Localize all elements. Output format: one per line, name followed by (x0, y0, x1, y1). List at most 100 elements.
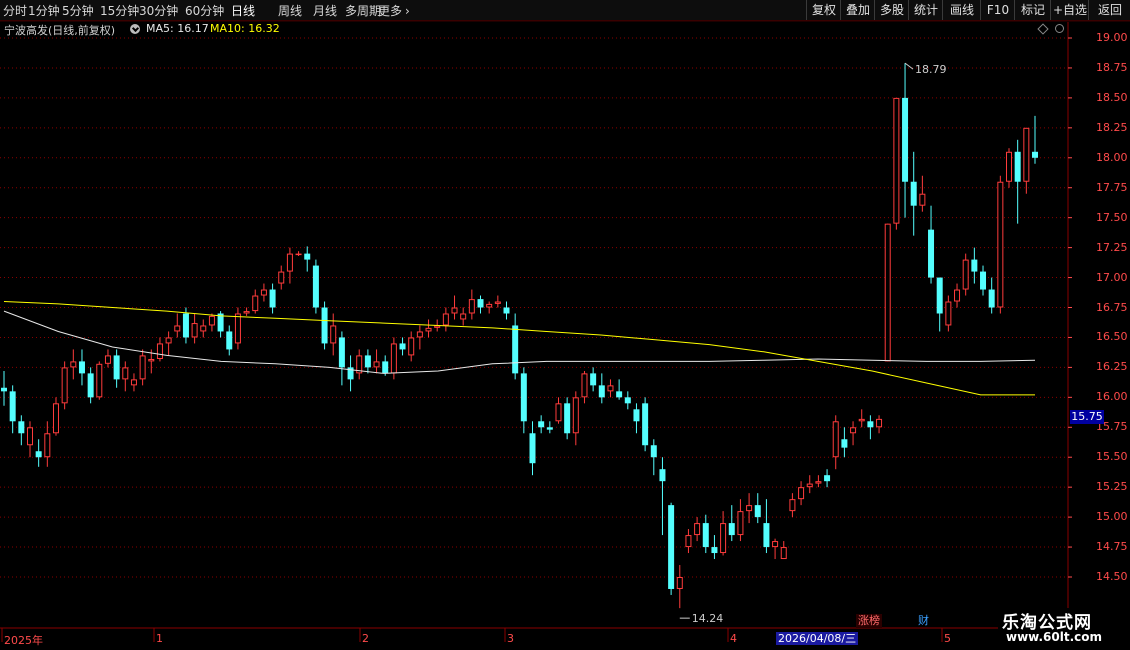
candle-body (798, 487, 805, 500)
candle-body (87, 373, 94, 398)
candle-body (910, 181, 917, 206)
candle-body (338, 337, 345, 368)
y-tick-label: 17.75 (1096, 180, 1128, 194)
candle-body (148, 359, 155, 362)
candle-body (191, 323, 198, 338)
y-tick-label: 16.75 (1096, 300, 1128, 314)
candle-body (832, 421, 839, 458)
current-price-tag: 15.75 (1070, 410, 1104, 424)
candle-body (884, 223, 891, 362)
candle-body (113, 355, 120, 380)
y-tick-label: 16.00 (1096, 390, 1128, 404)
candle-body (122, 367, 129, 380)
watermark-logo: 乐淘公式网 www.60lt.com (998, 608, 1130, 650)
candle-body (850, 427, 857, 434)
candle-body (252, 295, 259, 312)
candle-body (607, 385, 614, 392)
candle-body (590, 373, 597, 386)
y-tick-label: 17.50 (1096, 210, 1128, 224)
limit-up-badge[interactable]: 涨榜 (856, 614, 882, 628)
candle-body (694, 523, 701, 536)
candle-body (763, 523, 770, 548)
candle-body (460, 313, 467, 320)
candle-body (867, 421, 874, 428)
candle-body (1032, 151, 1038, 158)
y-tick-label: 14.75 (1096, 540, 1128, 554)
x-tick-label: 1 (156, 632, 163, 645)
candle-body (416, 331, 423, 338)
candle-body (200, 325, 207, 332)
candle-body (373, 361, 380, 368)
low-label: 14.24 (692, 612, 724, 625)
y-tick-label: 18.25 (1096, 120, 1128, 134)
candle-body (668, 505, 675, 589)
candle-body (390, 343, 397, 374)
candle-body (234, 313, 241, 344)
selected-date-flag: 2026/04/08/三 (776, 632, 859, 645)
candle-body (650, 445, 657, 458)
candle-body (486, 303, 493, 308)
high-label: 18.79 (915, 63, 947, 76)
candle-body (1, 387, 7, 392)
candle-body (35, 451, 42, 458)
candle-body (130, 379, 137, 386)
y-tick-label: 18.50 (1096, 90, 1128, 104)
x-tick-label: 4 (730, 632, 737, 645)
candle-body (598, 385, 605, 398)
candle-body (737, 511, 744, 536)
candle-body (44, 433, 51, 458)
candle-body (425, 327, 432, 332)
candle-body (720, 523, 727, 554)
candlestick-chart[interactable]: 18.79 14.24 (0, 0, 1130, 650)
candle-body (1023, 127, 1030, 182)
candle-body (962, 259, 969, 290)
candle-body (702, 523, 709, 548)
candle-body (1006, 151, 1013, 182)
candle-body (997, 181, 1004, 308)
candle-body (442, 313, 449, 326)
y-tick-label: 18.75 (1096, 60, 1128, 74)
candle-body (971, 259, 978, 272)
candle-body (876, 418, 883, 428)
candle-body (988, 289, 995, 308)
ma-line-ma5 (3, 310, 1036, 374)
candle-body (529, 433, 536, 464)
candle-body (477, 299, 484, 308)
candle-body (78, 361, 85, 374)
candle-body (676, 577, 683, 589)
candle-body (182, 313, 189, 338)
x-tick-label: 3 (507, 632, 514, 645)
candle-body (208, 315, 215, 326)
candle-body (512, 325, 519, 374)
candle-body (278, 271, 285, 284)
y-tick-label: 17.00 (1096, 270, 1128, 284)
candle-body (642, 403, 649, 446)
candle-body (330, 325, 337, 344)
candle-body (945, 301, 952, 326)
candle-body (520, 373, 527, 422)
candle-body (96, 363, 103, 398)
candle-body (70, 361, 77, 368)
candle-body (711, 547, 718, 554)
y-tick-label: 16.25 (1096, 360, 1128, 374)
candle-body (616, 391, 623, 398)
finance-badge[interactable]: 财 (916, 614, 931, 628)
candle-body (18, 421, 25, 434)
candle-body (572, 397, 579, 434)
candle-body (806, 483, 813, 488)
candle-body (174, 325, 181, 332)
candle-body (954, 289, 961, 302)
candle-body (260, 289, 267, 296)
candle-body (243, 311, 250, 314)
candle-body (399, 343, 406, 350)
candle-body (893, 97, 900, 224)
y-tick-label: 14.50 (1096, 570, 1128, 583)
candle-body (936, 277, 943, 314)
candle-body (382, 361, 389, 374)
candle-body (286, 253, 293, 272)
candle-body (321, 307, 328, 344)
x-tick-label: 5 (944, 632, 951, 645)
candle-body (503, 307, 510, 314)
y-tick-label: 16.50 (1096, 330, 1128, 344)
watermark-url: www.60lt.com (1006, 630, 1103, 644)
